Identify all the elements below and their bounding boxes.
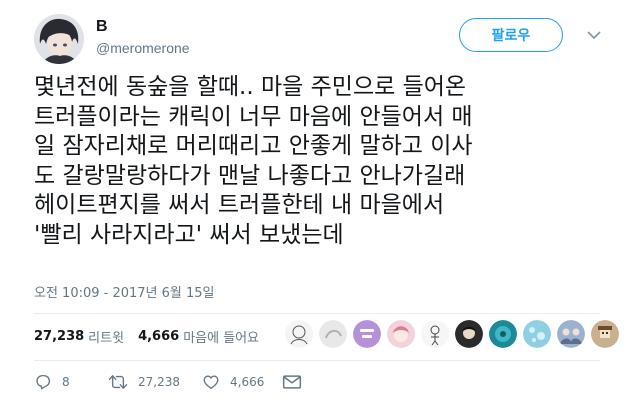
likers-avatars	[285, 320, 625, 348]
liker-avatar[interactable]	[455, 320, 483, 348]
teal-avatar-icon	[489, 320, 517, 348]
retweet-button[interactable]: 27,238	[108, 373, 202, 391]
group-avatar-icon	[557, 320, 585, 348]
user-avatar[interactable]	[34, 14, 84, 64]
tweet-text-line: 몇년전에 동숲을 할때.. 마을 주민으로 들어온	[34, 74, 467, 100]
liker-avatar[interactable]	[319, 320, 347, 348]
heart-icon	[203, 375, 219, 390]
tweet-stats: 27,238 리트윗 4,666 마음에 들어요	[34, 325, 273, 347]
reply-button[interactable]: 8	[34, 373, 108, 391]
retweets-label[interactable]: 리트윗	[88, 327, 124, 346]
tweet-text-line: 일 잠자리채로 머리때리고 안좋게 말하고 이사	[34, 133, 473, 160]
likes-count[interactable]: 4,666	[138, 329, 179, 344]
liker-avatar[interactable]	[285, 320, 313, 348]
dark-character-avatar-icon	[455, 320, 483, 348]
envelope-icon	[282, 375, 302, 389]
divider	[34, 360, 600, 361]
liker-avatar[interactable]	[523, 320, 551, 348]
likes-label[interactable]: 마음에 들어요	[183, 327, 259, 346]
retweets-count[interactable]: 27,238	[34, 329, 84, 344]
tweet-timestamp[interactable]: 오전 10:09 - 2017년 6월 15일	[34, 282, 215, 301]
reply-count: 8	[62, 375, 70, 389]
liker-avatar[interactable]	[591, 320, 619, 348]
tweet-card: B @meromerone 팔로우 몇년전에 동숲을 할때.. 마을 주민으로 …	[0, 0, 630, 415]
like-button[interactable]: 4,666	[202, 373, 282, 391]
tweet-text-line: 트러플이라는 캐릭이 너무 마음에 안들어서 매	[34, 103, 473, 130]
chevron-down-icon[interactable]	[583, 24, 605, 46]
gray-sketch-avatar-icon	[319, 320, 347, 348]
pink-anime-avatar-icon	[387, 320, 415, 348]
tweet-actions: 8 27,238 4,666	[34, 371, 302, 393]
sketch-avatar-icon	[285, 320, 313, 348]
text-logo-avatar-icon	[353, 320, 381, 348]
tweet-text-line: 도 갈랑말랑하다가 맨날 나좋다고 안나가길래	[34, 162, 466, 189]
liker-avatar[interactable]	[387, 320, 415, 348]
divider	[34, 313, 600, 314]
liker-avatar[interactable]	[557, 320, 585, 348]
liker-avatar[interactable]	[489, 320, 517, 348]
user-handle[interactable]: @meromerone	[96, 40, 190, 56]
retweet-count: 27,238	[138, 375, 180, 389]
anime-character-avatar-icon	[34, 14, 84, 64]
retweet-icon	[108, 375, 128, 389]
like-count: 4,666	[230, 375, 265, 389]
blue-pattern-avatar-icon	[523, 320, 551, 348]
pixel-avatar-icon	[591, 320, 619, 348]
tweet-text-line: 헤이트편지를 써서 트러플한테 내 마을에서	[34, 192, 445, 219]
doodle-avatar-icon	[421, 320, 449, 348]
user-display-name[interactable]: B	[96, 18, 108, 36]
tweet-text: 몇년전에 동숲을 할때.. 마을 주민으로 들어온 트러플이라는 캐릭이 너무 …	[34, 73, 614, 251]
reply-icon	[36, 374, 51, 390]
direct-message-button[interactable]	[282, 374, 302, 390]
liker-avatar[interactable]	[353, 320, 381, 348]
follow-button[interactable]: 팔로우	[459, 18, 563, 52]
tweet-text-line: '빨리 사라지라고' 써서 보냈는데	[34, 221, 344, 248]
liker-avatar[interactable]	[421, 320, 449, 348]
